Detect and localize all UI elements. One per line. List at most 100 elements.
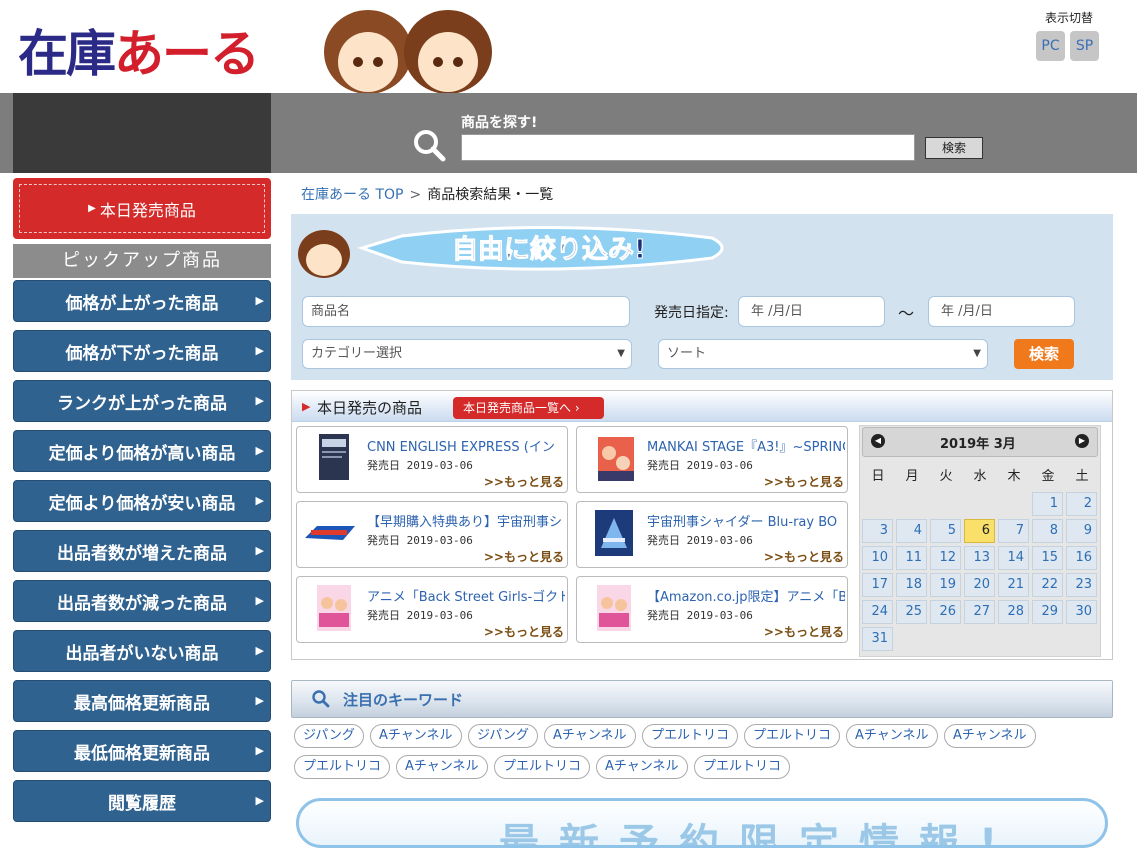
calendar-day[interactable]: 20 [964, 573, 995, 597]
calendar-day[interactable]: 22 [1032, 573, 1063, 597]
keyword-chip[interactable]: プエルトリコ [294, 755, 391, 779]
keyword-chip[interactable]: プエルトリコ [694, 755, 791, 779]
calendar-day[interactable]: 1 [1032, 492, 1063, 516]
product-card[interactable]: 【Amazon.co.jp限定】アニメ「Back 発売日 2019-03-06 … [576, 576, 848, 643]
product-card[interactable]: CNN ENGLISH EXPRESS (イン 発売日 2019-03-06 >… [296, 426, 568, 493]
calendar-day[interactable]: 28 [998, 600, 1029, 624]
more-link[interactable]: >>もっと見る [484, 623, 564, 640]
keyword-chip[interactable]: ジパング [468, 724, 538, 748]
keywords-title: 注目のキーワード [343, 691, 464, 709]
chevron-right-icon: ▶ [255, 294, 264, 307]
product-card[interactable]: MANKAI STAGE『A3!』~SPRING 発売日 2019-03-06 … [576, 426, 848, 493]
calendar-day[interactable]: 13 [964, 546, 995, 570]
sidebar-item-sellers-down[interactable]: 出品者数が減った商品 ▶ [13, 580, 271, 622]
sidebar-item-label: 定価より価格が安い商品 [48, 493, 236, 514]
site-logo[interactable]: 在庫あーる [18, 0, 498, 94]
calendar-day-today[interactable]: 6 [964, 519, 995, 543]
calendar-day[interactable]: 15 [1032, 546, 1063, 570]
bottom-promo-text: 最新予約限定情報! [499, 821, 1018, 848]
calendar-day[interactable]: 12 [930, 546, 961, 570]
calendar-day[interactable]: 29 [1032, 600, 1063, 624]
view-switch: 表示切替 PC SP [1034, 9, 1104, 61]
calendar-weekday: 水 [973, 469, 987, 484]
sidebar-item-lowest-price[interactable]: 最低価格更新商品 ▶ [13, 730, 271, 772]
product-name[interactable]: 【Amazon.co.jp限定】アニメ「Back [647, 586, 845, 605]
keyword-chip[interactable]: Aチャンネル [544, 724, 636, 748]
more-link[interactable]: >>もっと見る [764, 548, 844, 565]
chevron-right-icon: ▶ [255, 544, 264, 557]
breadcrumb-home-link[interactable]: 在庫あーる TOP [301, 187, 403, 203]
product-name[interactable]: 宇宙刑事シャイダー Blu-ray BO [647, 511, 845, 530]
calendar-day[interactable]: 9 [1066, 519, 1097, 543]
calendar-day[interactable]: 16 [1066, 546, 1097, 570]
date-to-input[interactable]: 年 /月/日 [928, 296, 1075, 327]
sidebar-item-no-sellers[interactable]: 出品者がいない商品 ▶ [13, 630, 271, 672]
keyword-chip[interactable]: プエルトリコ [744, 724, 841, 748]
calendar-day[interactable]: 25 [896, 600, 927, 624]
keyword-chip[interactable]: Aチャンネル [944, 724, 1036, 748]
calendar-day[interactable]: 26 [930, 600, 961, 624]
sidebar-item-above-list-price[interactable]: 定価より価格が高い商品 ▶ [13, 430, 271, 472]
date-from-input[interactable]: 年 /月/日 [738, 296, 885, 327]
calendar-day[interactable]: 8 [1032, 519, 1063, 543]
keyword-chip[interactable]: Aチャンネル [846, 724, 938, 748]
calendar-day[interactable]: 18 [896, 573, 927, 597]
calendar-day[interactable]: 31 [862, 627, 893, 651]
product-thumbnail [303, 520, 357, 546]
product-name[interactable]: MANKAI STAGE『A3!』~SPRING [647, 436, 845, 455]
calendar-day[interactable]: 7 [998, 519, 1029, 543]
search-input[interactable] [461, 134, 915, 161]
view-sp-button[interactable]: SP [1070, 31, 1099, 61]
product-name[interactable]: 【早期購入特典あり】宇宙刑事シ [367, 511, 565, 530]
sidebar-item-highest-price[interactable]: 最高価格更新商品 ▶ [13, 680, 271, 722]
sidebar-item-price-up[interactable]: 価格が上がった商品 ▶ [13, 280, 271, 322]
view-switch-label: 表示切替 [1044, 11, 1093, 25]
calendar-day[interactable]: 3 [862, 519, 893, 543]
more-link[interactable]: >>もっと見る [764, 473, 844, 490]
calendar-day[interactable]: 17 [862, 573, 893, 597]
calendar-day[interactable]: 30 [1066, 600, 1097, 624]
sidebar-item-label: 出品者がいない商品 [65, 643, 219, 664]
sidebar-item-below-list-price[interactable]: 定価より価格が安い商品 ▶ [13, 480, 271, 522]
calendar-day[interactable]: 5 [930, 519, 961, 543]
keyword-chip[interactable]: プエルトリコ [642, 724, 739, 748]
sidebar-item-history[interactable]: 閲覧履歴 ▶ [13, 780, 271, 822]
calendar-day[interactable]: 21 [998, 573, 1029, 597]
sidebar-item-sellers-up[interactable]: 出品者数が増えた商品 ▶ [13, 530, 271, 572]
calendar-day[interactable]: 27 [964, 600, 995, 624]
calendar-day[interactable]: 2 [1066, 492, 1097, 516]
keyword-chip[interactable]: Aチャンネル [596, 755, 688, 779]
product-name-input[interactable]: 商品名 [302, 296, 630, 327]
more-link[interactable]: >>もっと見る [764, 623, 844, 640]
calendar-day[interactable]: 23 [1066, 573, 1097, 597]
category-select[interactable]: カテゴリー選択 ▼ [302, 339, 632, 369]
calendar-day[interactable]: 24 [862, 600, 893, 624]
sort-select[interactable]: ソート ▼ [658, 339, 988, 369]
search-button[interactable]: 検索 [925, 137, 983, 159]
filter-search-button[interactable]: 検索 [1014, 339, 1074, 369]
calendar-day[interactable]: 10 [862, 546, 893, 570]
calendar-day[interactable]: 14 [998, 546, 1029, 570]
today-release-button[interactable]: ▶ 本日発売商品 [13, 178, 271, 239]
calendar-day[interactable]: 19 [930, 573, 961, 597]
product-name[interactable]: アニメ「Back Street Girls-ゴクド [367, 586, 565, 605]
keyword-chip[interactable]: Aチャンネル [396, 755, 488, 779]
calendar-next-icon[interactable]: ▶ [1075, 434, 1089, 448]
calendar-prev-icon[interactable]: ◀ [871, 434, 885, 448]
product-card[interactable]: 【早期購入特典あり】宇宙刑事シ 発売日 2019-03-06 >>もっと見る [296, 501, 568, 568]
today-products-list-button[interactable]: 本日発売商品一覧へ › [453, 397, 604, 419]
calendar-day[interactable]: 4 [896, 519, 927, 543]
product-name[interactable]: CNN ENGLISH EXPRESS (イン [367, 436, 565, 455]
view-pc-button[interactable]: PC [1036, 31, 1065, 61]
sidebar-item-price-down[interactable]: 価格が下がった商品 ▶ [13, 330, 271, 372]
sidebar-item-rank-up[interactable]: ランクが上がった商品 ▶ [13, 380, 271, 422]
more-link[interactable]: >>もっと見る [484, 473, 564, 490]
keyword-chip[interactable]: Aチャンネル [370, 724, 462, 748]
calendar-day[interactable]: 11 [896, 546, 927, 570]
more-link[interactable]: >>もっと見る [484, 548, 564, 565]
product-card[interactable]: アニメ「Back Street Girls-ゴクド 発売日 2019-03-06… [296, 576, 568, 643]
bottom-promo-banner[interactable]: 最新予約限定情報! [296, 798, 1108, 848]
keyword-chip[interactable]: プエルトリコ [494, 755, 591, 779]
keyword-chip[interactable]: ジパング [294, 724, 364, 748]
product-card[interactable]: 宇宙刑事シャイダー Blu-ray BO 発売日 2019-03-06 >>もっ… [576, 501, 848, 568]
